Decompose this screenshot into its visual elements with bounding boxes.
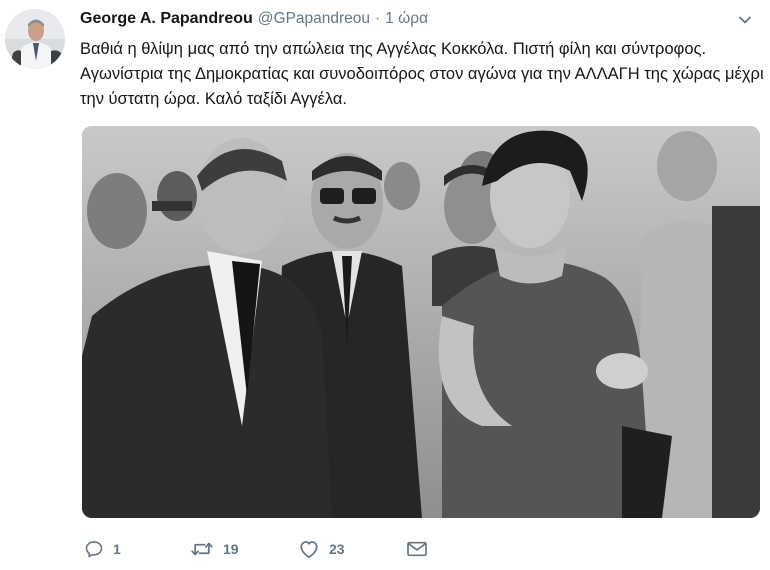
tweet-time[interactable]: 1 ώρα: [385, 10, 428, 28]
more-options-button[interactable]: [737, 12, 753, 28]
retweet-count: 19: [223, 541, 239, 557]
author-handle[interactable]: @GPapandreou: [258, 10, 370, 28]
tweet-header: George A. Papandreou @GPapandreou · 1 ώρ…: [80, 10, 428, 32]
heart-icon: [300, 541, 318, 559]
reply-count: 1: [113, 541, 121, 557]
like-count: 23: [329, 541, 345, 557]
tweet-photo[interactable]: [82, 126, 760, 518]
tweet[interactable]: George A. Papandreou @GPapandreou · 1 ώρ…: [0, 0, 770, 570]
photo-image: [82, 126, 760, 518]
header-separator: ·: [375, 10, 381, 27]
direct-message-icon: [407, 541, 427, 557]
tweet-actions: 1 19 23: [82, 536, 502, 562]
tweet-text: Βαθιά η θλίψη μας από την απώλεια της Αγ…: [80, 40, 764, 108]
direct-message-button[interactable]: [406, 536, 428, 562]
reply-icon: [85, 541, 103, 558]
reply-button[interactable]: 1: [84, 536, 121, 562]
like-button[interactable]: 23: [298, 536, 345, 562]
avatar[interactable]: [5, 9, 65, 69]
retweet-button[interactable]: 19: [190, 536, 239, 562]
retweet-icon: [191, 542, 213, 556]
author-name[interactable]: George A. Papandreou: [80, 10, 253, 28]
avatar-image: [5, 9, 65, 69]
chevron-down-icon: [739, 16, 751, 24]
